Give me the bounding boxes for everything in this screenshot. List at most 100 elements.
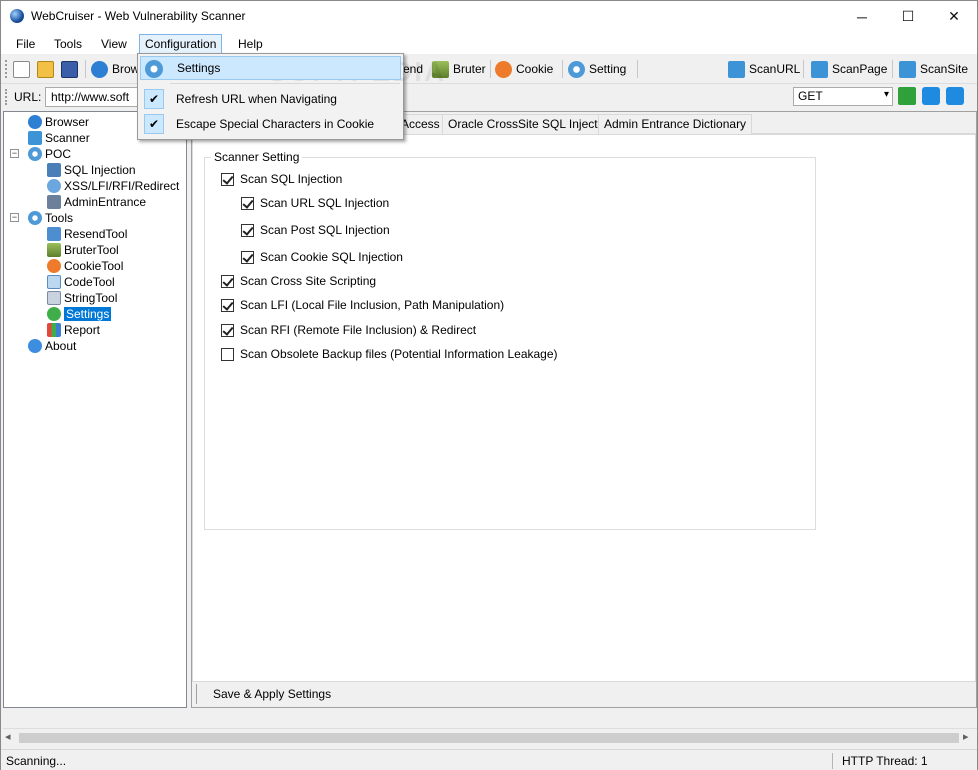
tree-item-poc[interactable]: POC xyxy=(28,146,71,162)
checkbox-icon[interactable] xyxy=(241,223,254,237)
save-apply-settings-button[interactable]: Save & Apply Settings xyxy=(196,684,347,704)
scan-option-label: Scan LFI (Local File Inclusion, Path Man… xyxy=(240,298,505,312)
tab-admin-entrance-dictionary[interactable]: Admin Entrance Dictionary xyxy=(598,114,753,134)
tree-item-browser[interactable]: Browser xyxy=(28,114,89,130)
menu-separator xyxy=(170,83,400,84)
tree-item-scanner[interactable]: Scanner xyxy=(28,130,90,146)
checkbox-icon[interactable] xyxy=(241,250,254,264)
scan-option-checkbox[interactable]: Scan Cookie SQL Injection xyxy=(241,250,403,264)
checkbox-icon[interactable] xyxy=(241,196,254,210)
scan-option-label: Scan Cross Site Scripting xyxy=(240,274,377,288)
menu-configuration[interactable]: Configuration xyxy=(139,34,223,54)
tree-item-about[interactable]: About xyxy=(28,338,76,354)
scan-option-checkbox[interactable]: Scan SQL Injection xyxy=(221,172,342,186)
folder-icon xyxy=(37,60,54,78)
browser-button[interactable]: Brow xyxy=(91,58,139,80)
tree-item-string-tool[interactable]: StringTool xyxy=(47,290,117,306)
new-button[interactable] xyxy=(13,58,30,80)
toolbar-separator xyxy=(637,60,638,78)
menu-item-settings[interactable]: Settings xyxy=(140,56,401,80)
cookie-button-label: Cookie xyxy=(516,62,554,76)
bruter-button-label: Bruter xyxy=(453,62,486,76)
menu-item-label: Settings xyxy=(177,61,221,75)
menu-item-escape-special-characters[interactable]: ✔ Escape Special Characters in Cookie xyxy=(140,112,401,136)
ie-icon xyxy=(91,60,108,78)
http-method-value: GET xyxy=(798,89,823,103)
collapse-toggle[interactable]: − xyxy=(10,213,19,222)
tree-item-xss[interactable]: XSS/LFI/RFI/Redirect xyxy=(47,178,179,194)
menu-view[interactable]: View xyxy=(96,35,132,53)
scanurl-button[interactable]: ScanURL xyxy=(728,58,800,80)
menu-help[interactable]: Help xyxy=(233,35,268,53)
maximize-button[interactable]: ☐ xyxy=(885,1,931,32)
magnifier-icon xyxy=(728,60,745,78)
tree-item-label: BruterTool xyxy=(64,243,119,257)
tree-item-code-tool[interactable]: CodeTool xyxy=(47,274,115,290)
tree-item-label: Settings xyxy=(64,307,112,321)
menu-item-refresh-url[interactable]: ✔ Refresh URL when Navigating xyxy=(140,87,401,111)
cookie-button[interactable]: Cookie xyxy=(495,58,553,80)
pause-icon[interactable] xyxy=(922,87,940,105)
http-method-select[interactable]: GET ▾ xyxy=(793,87,893,106)
stop-icon[interactable] xyxy=(946,87,964,105)
menu-file[interactable]: File xyxy=(11,35,40,53)
checkbox-icon[interactable] xyxy=(221,323,234,337)
tree-item-bruter-tool[interactable]: BruterTool xyxy=(47,242,119,258)
scan-option-label: Scan RFI (Remote File Inclusion) & Redir… xyxy=(240,323,477,337)
scan-option-checkbox[interactable]: Scan RFI (Remote File Inclusion) & Redir… xyxy=(221,323,476,337)
scan-option-checkbox[interactable]: Scan URL SQL Injection xyxy=(241,196,389,210)
tree-item-report[interactable]: Report xyxy=(47,322,100,338)
gear-icon xyxy=(568,60,585,78)
scroll-right-icon[interactable]: ▸ xyxy=(963,730,969,743)
toolbar-separator xyxy=(85,60,86,78)
scanpage-button-label: ScanPage xyxy=(832,62,888,76)
scrollbar-thumb[interactable] xyxy=(19,733,959,743)
scanurl-button-label: ScanURL xyxy=(749,62,801,76)
scan-option-label: Scan SQL Injection xyxy=(240,172,343,186)
toolbar-separator xyxy=(892,60,893,78)
code-icon xyxy=(47,275,61,289)
toolbar-separator xyxy=(803,60,804,78)
scanpage-button[interactable]: ScanPage xyxy=(811,58,887,80)
scansite-button[interactable]: ScanSite xyxy=(899,58,968,80)
globe-icon xyxy=(10,9,24,23)
scan-option-checkbox[interactable]: Scan Obsolete Backup files (Potential In… xyxy=(221,347,558,361)
scan-option-label: Scan URL SQL Injection xyxy=(260,196,390,210)
magnifier-icon xyxy=(811,60,828,78)
tree-item-settings[interactable]: Settings xyxy=(47,306,112,322)
checkbox-icon[interactable] xyxy=(221,172,234,186)
minimize-button[interactable]: ─ xyxy=(839,1,885,32)
scanner-setting-group: Scanner Setting Scan SQL Injection Scan U… xyxy=(204,150,816,530)
tree-item-admin-entrance[interactable]: AdminEntrance xyxy=(47,194,146,210)
scan-option-checkbox[interactable]: Scan Cross Site Scripting xyxy=(221,274,376,288)
open-button[interactable] xyxy=(37,58,54,80)
setting-button[interactable]: Setting xyxy=(568,58,626,80)
database-icon xyxy=(47,163,61,177)
close-button[interactable]: ✕ xyxy=(931,1,977,32)
save-file-button[interactable] xyxy=(61,58,78,80)
horizontal-scrollbar[interactable]: ◂ ▸ xyxy=(3,728,977,746)
checkbox-icon[interactable] xyxy=(221,347,234,361)
menu-tools[interactable]: Tools xyxy=(49,35,87,53)
scan-option-checkbox[interactable]: Scan Post SQL Injection xyxy=(241,223,390,237)
checkmark-icon xyxy=(47,307,61,321)
tree-item-sql-injection[interactable]: SQL Injection xyxy=(47,162,136,178)
string-icon xyxy=(47,291,61,305)
go-arrow-icon[interactable] xyxy=(898,87,916,105)
status-bar: Scanning... HTTP Thread: 1 xyxy=(1,749,977,770)
tree-item-resend-tool[interactable]: ResendTool xyxy=(47,226,127,242)
collapse-toggle[interactable]: − xyxy=(10,149,19,158)
checkbox-icon[interactable] xyxy=(221,274,234,288)
toolbar-grip xyxy=(5,89,8,105)
tree-item-tools[interactable]: Tools xyxy=(28,210,73,226)
bruter-icon xyxy=(47,243,61,257)
checkmark-icon: ✔ xyxy=(144,114,164,134)
checkbox-icon[interactable] xyxy=(221,298,234,312)
window-title: WebCruiser - Web Vulnerability Scanner xyxy=(31,9,246,23)
scroll-left-icon[interactable]: ◂ xyxy=(5,730,11,743)
navigation-tree: Browser Scanner − POC SQL Injection XSS/… xyxy=(3,111,187,708)
tree-item-cookie-tool[interactable]: CookieTool xyxy=(47,258,123,274)
magnifier-icon xyxy=(899,60,916,78)
tab-oracle-crosssite-sql-injection[interactable]: Oracle CrossSite SQL Injection xyxy=(442,114,620,134)
scan-option-checkbox[interactable]: Scan LFI (Local File Inclusion, Path Man… xyxy=(221,298,504,312)
